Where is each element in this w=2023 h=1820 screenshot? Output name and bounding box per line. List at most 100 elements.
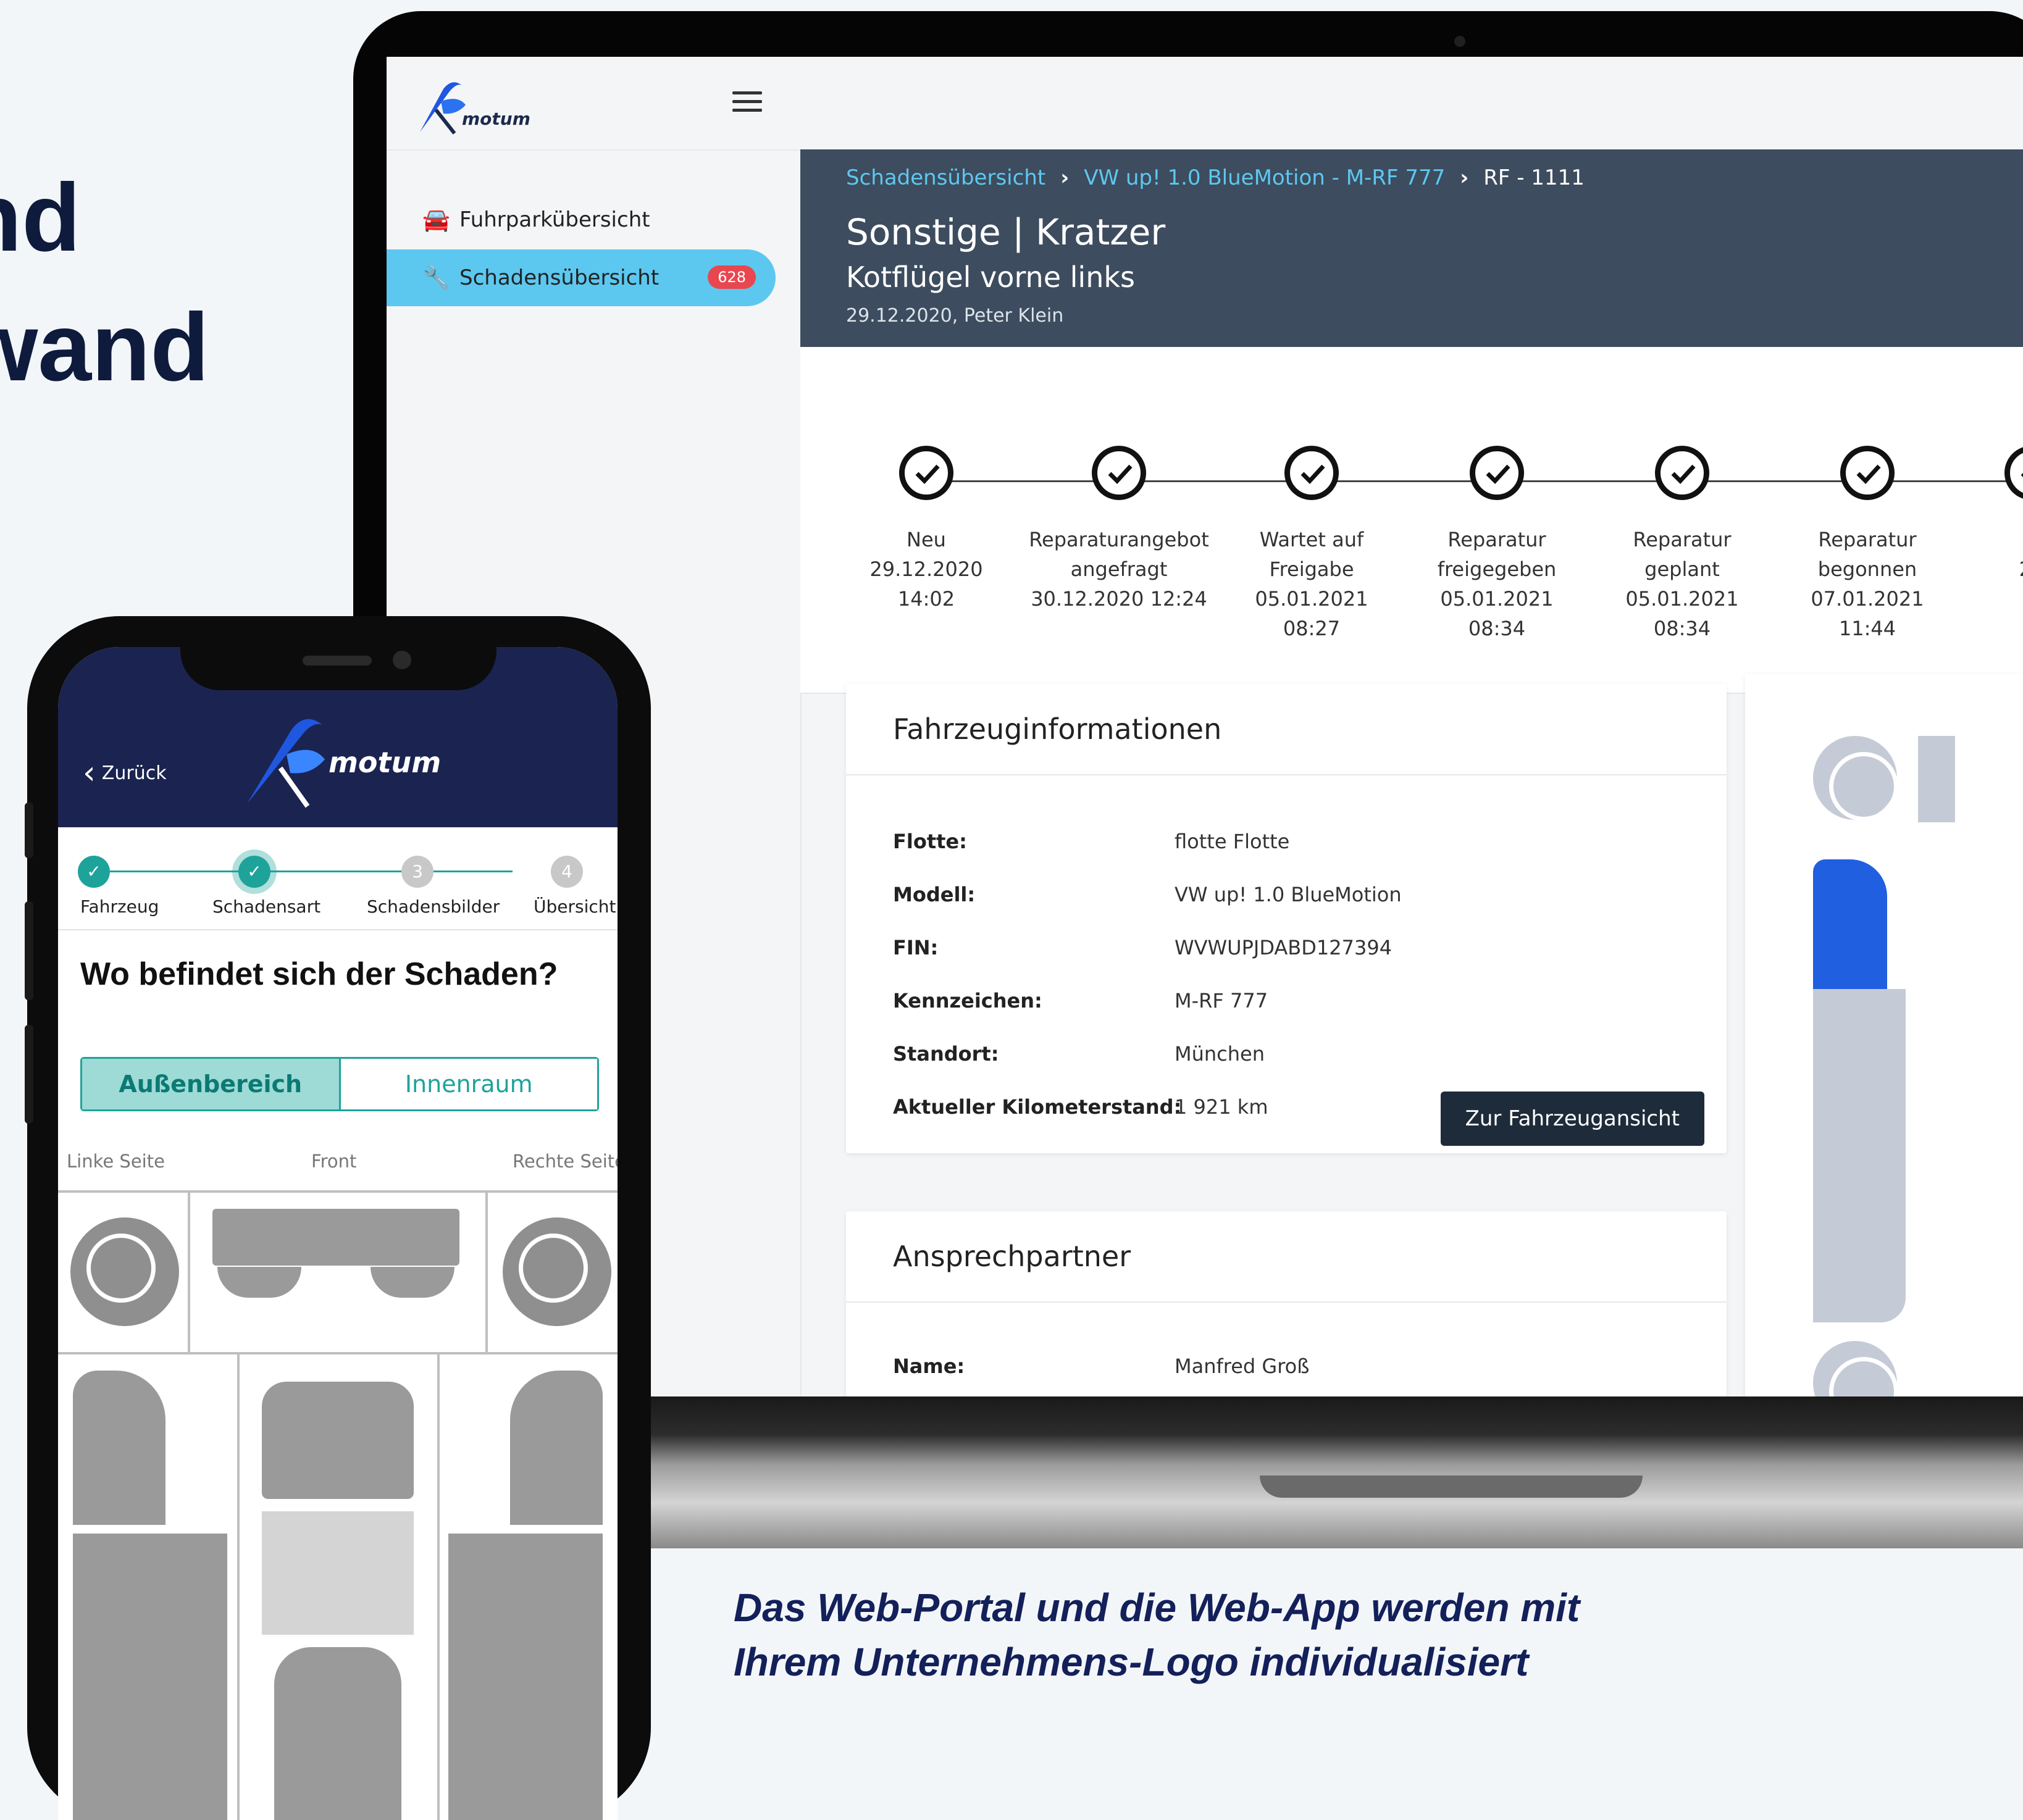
vehicle-field-row: Flotte: flotte Flotte [893,830,1289,853]
timeline-step-line: 08:34 [1468,617,1526,640]
caption: Das Web-Portal und die Web-App werden mi… [734,1580,1783,1689]
segment-innenraum[interactable]: Innenraum [338,1059,597,1109]
timeline-step-line: R [1927,525,2023,554]
stepper-line [272,870,513,872]
right-front-fender-part[interactable] [510,1371,603,1525]
card-title: Ansprechpartner [846,1211,1727,1303]
side-panel-part[interactable] [1918,736,1955,822]
step-label[interactable]: Schadensbilder [367,896,500,917]
hood-part[interactable] [262,1382,414,1499]
vehicle-info-card: Fahrzeuginformationen Flotte: flotte Flot… [846,684,1727,1153]
selected-fender-part[interactable] [1813,859,1887,989]
card-title: Fahrzeuginformationen [846,684,1727,775]
roof-part[interactable] [274,1647,401,1820]
sidebar-item-schaden[interactable]: 🔧 Schadensübersicht 628 [387,249,776,306]
timeline-step-line: 05.01.2021 [1440,587,1554,611]
timeline-step: Reparatur geplant 05.01.2021 08:34 [1577,446,1787,643]
field-value: 1 921 km [1175,1095,1268,1119]
headlight-left-part[interactable] [217,1267,301,1298]
left-side-panel-part[interactable] [73,1534,227,1820]
check-circle-icon [1840,446,1895,500]
vehicle-view-button[interactable]: Zur Fahrzeugansicht [1440,1092,1704,1146]
timeline-step-text: Reparatur freigegeben 05.01.2021 08:34 [1392,525,1602,643]
wheel-icon [1813,1341,1898,1396]
top-bar [800,57,2023,149]
motum-logo-icon [420,82,466,135]
headlight-right-part[interactable] [371,1267,454,1298]
timeline-step-line: 30.12.2020 12:24 [1031,587,1207,611]
windshield-part[interactable] [262,1511,414,1635]
timeline-step-line: angefragt [1070,557,1168,581]
front-bumper-part[interactable] [212,1209,459,1266]
timeline-step: R21 [1927,446,2023,584]
check-circle-icon [1655,446,1709,500]
timeline-step-line: freigegeben [1437,557,1557,581]
phone-side-button [25,1025,33,1124]
vehicle-field-row: Kennzeichen: M-RF 777 [893,989,1268,1012]
page-meta: 29.12.2020, Peter Klein [846,305,1064,327]
timeline-step: Neu 29.12.2020 14:02 [821,446,1031,614]
field-label: Aktueller Kilometerstand: [893,1095,1182,1119]
left-front-fender-part[interactable] [73,1371,165,1525]
sidebar-item-label: Schadensübersicht [459,265,660,290]
step-label[interactable]: Fahrzeug [80,896,159,917]
right-side-panel-part[interactable] [448,1534,603,1820]
timeline-step-line: 07.01.2021 [1811,587,1924,611]
back-button[interactable]: ‹ Zurück [83,757,167,789]
vehicle-field-row: Aktueller Kilometerstand:1 921 km [893,1095,1268,1119]
menu-icon[interactable] [732,91,762,117]
segment-aussenbereich[interactable]: Außenbereich [82,1059,339,1109]
motum-logo-icon [247,719,325,808]
timeline-step-text: Wartet auf Freigabe 05.01.2021 08:27 [1207,525,1417,643]
page-subtitle: Kotflügel vorne links [846,261,1135,294]
breadcrumb-current: RF - 1111 [1483,165,1585,190]
field-label: FIN: [893,936,939,959]
back-label: Zurück [101,762,167,784]
step-label[interactable]: Übersicht [534,896,616,917]
question-heading: Wo befindet sich der Schaden? [80,956,558,992]
breadcrumb-link[interactable]: VW up! 1.0 BlueMotion - M-RF 777 [1084,165,1445,190]
step-label[interactable]: Schadensart [212,896,320,917]
timeline-step-line: Neu [907,528,946,551]
timeline-step-line: Freigabe [1269,557,1354,581]
grid-line [485,1190,488,1352]
wheel-icon[interactable] [70,1217,179,1326]
car-icon: 🚘 [422,207,450,233]
timeline-step-line: 08:34 [1653,617,1711,640]
phone-camera [393,651,411,669]
timeline-step: Reparatur freigegeben 05.01.2021 08:34 [1392,446,1602,643]
side-panel-part[interactable] [1813,989,1906,1322]
field-value: München [1175,1042,1265,1066]
vehicle-field-row: Standort: München [893,1042,1265,1066]
phone-speaker [303,656,372,666]
vehicle-field-row: Modell: VW up! 1.0 BlueMotion [893,883,1402,906]
timeline-step-line: 08:27 [1283,617,1341,640]
wheel-icon[interactable] [503,1217,611,1326]
field-label: Kennzeichen: [893,989,1042,1012]
field-value: M-RF 777 [1175,989,1268,1012]
timeline-step-text: Neu 29.12.2020 14:02 [821,525,1031,614]
grid-line [58,1352,618,1355]
timeline-step: Reparaturangebot angefragt 30.12.2020 12:2… [1014,446,1224,614]
timeline-step-text: Reparaturangebot angefragt 30.12.2020 12:2… [1014,525,1224,614]
field-label: Flotte: [893,830,967,853]
grid-line [437,1352,440,1820]
timeline-step-text: Reparatur geplant 05.01.2021 08:34 [1577,525,1787,643]
sidebar-item-label: Fuhrparkübersicht [459,207,650,232]
area-toggle: Außenbereich Innenraum [80,1057,599,1111]
page-title: Sonstige | Kratzer [846,211,1166,253]
motum-logo[interactable]: motum [414,77,530,138]
breadcrumb-link[interactable]: Schadensübersicht [846,165,1045,190]
timeline-step: Wartet auf Freigabe 05.01.2021 08:27 [1207,446,1417,643]
view-label-left: Linke Seite [67,1151,165,1172]
sidebar-item-fuhrpark[interactable]: 🚘 Fuhrparkübersicht [387,191,776,248]
check-icon: ✓ [78,856,110,888]
chevron-left-icon: ‹ [83,754,96,791]
field-label: Standort: [893,1042,999,1066]
wheel-icon [1813,736,1898,821]
logo-text: motum [329,746,442,779]
timeline-step-line: 05.01.2021 [1625,587,1739,611]
check-icon: ✓ [238,856,270,888]
caption-line-2: Ihrem Unternehmens-Logo individualisiert [734,1640,1529,1684]
step-number: 3 [401,856,434,888]
